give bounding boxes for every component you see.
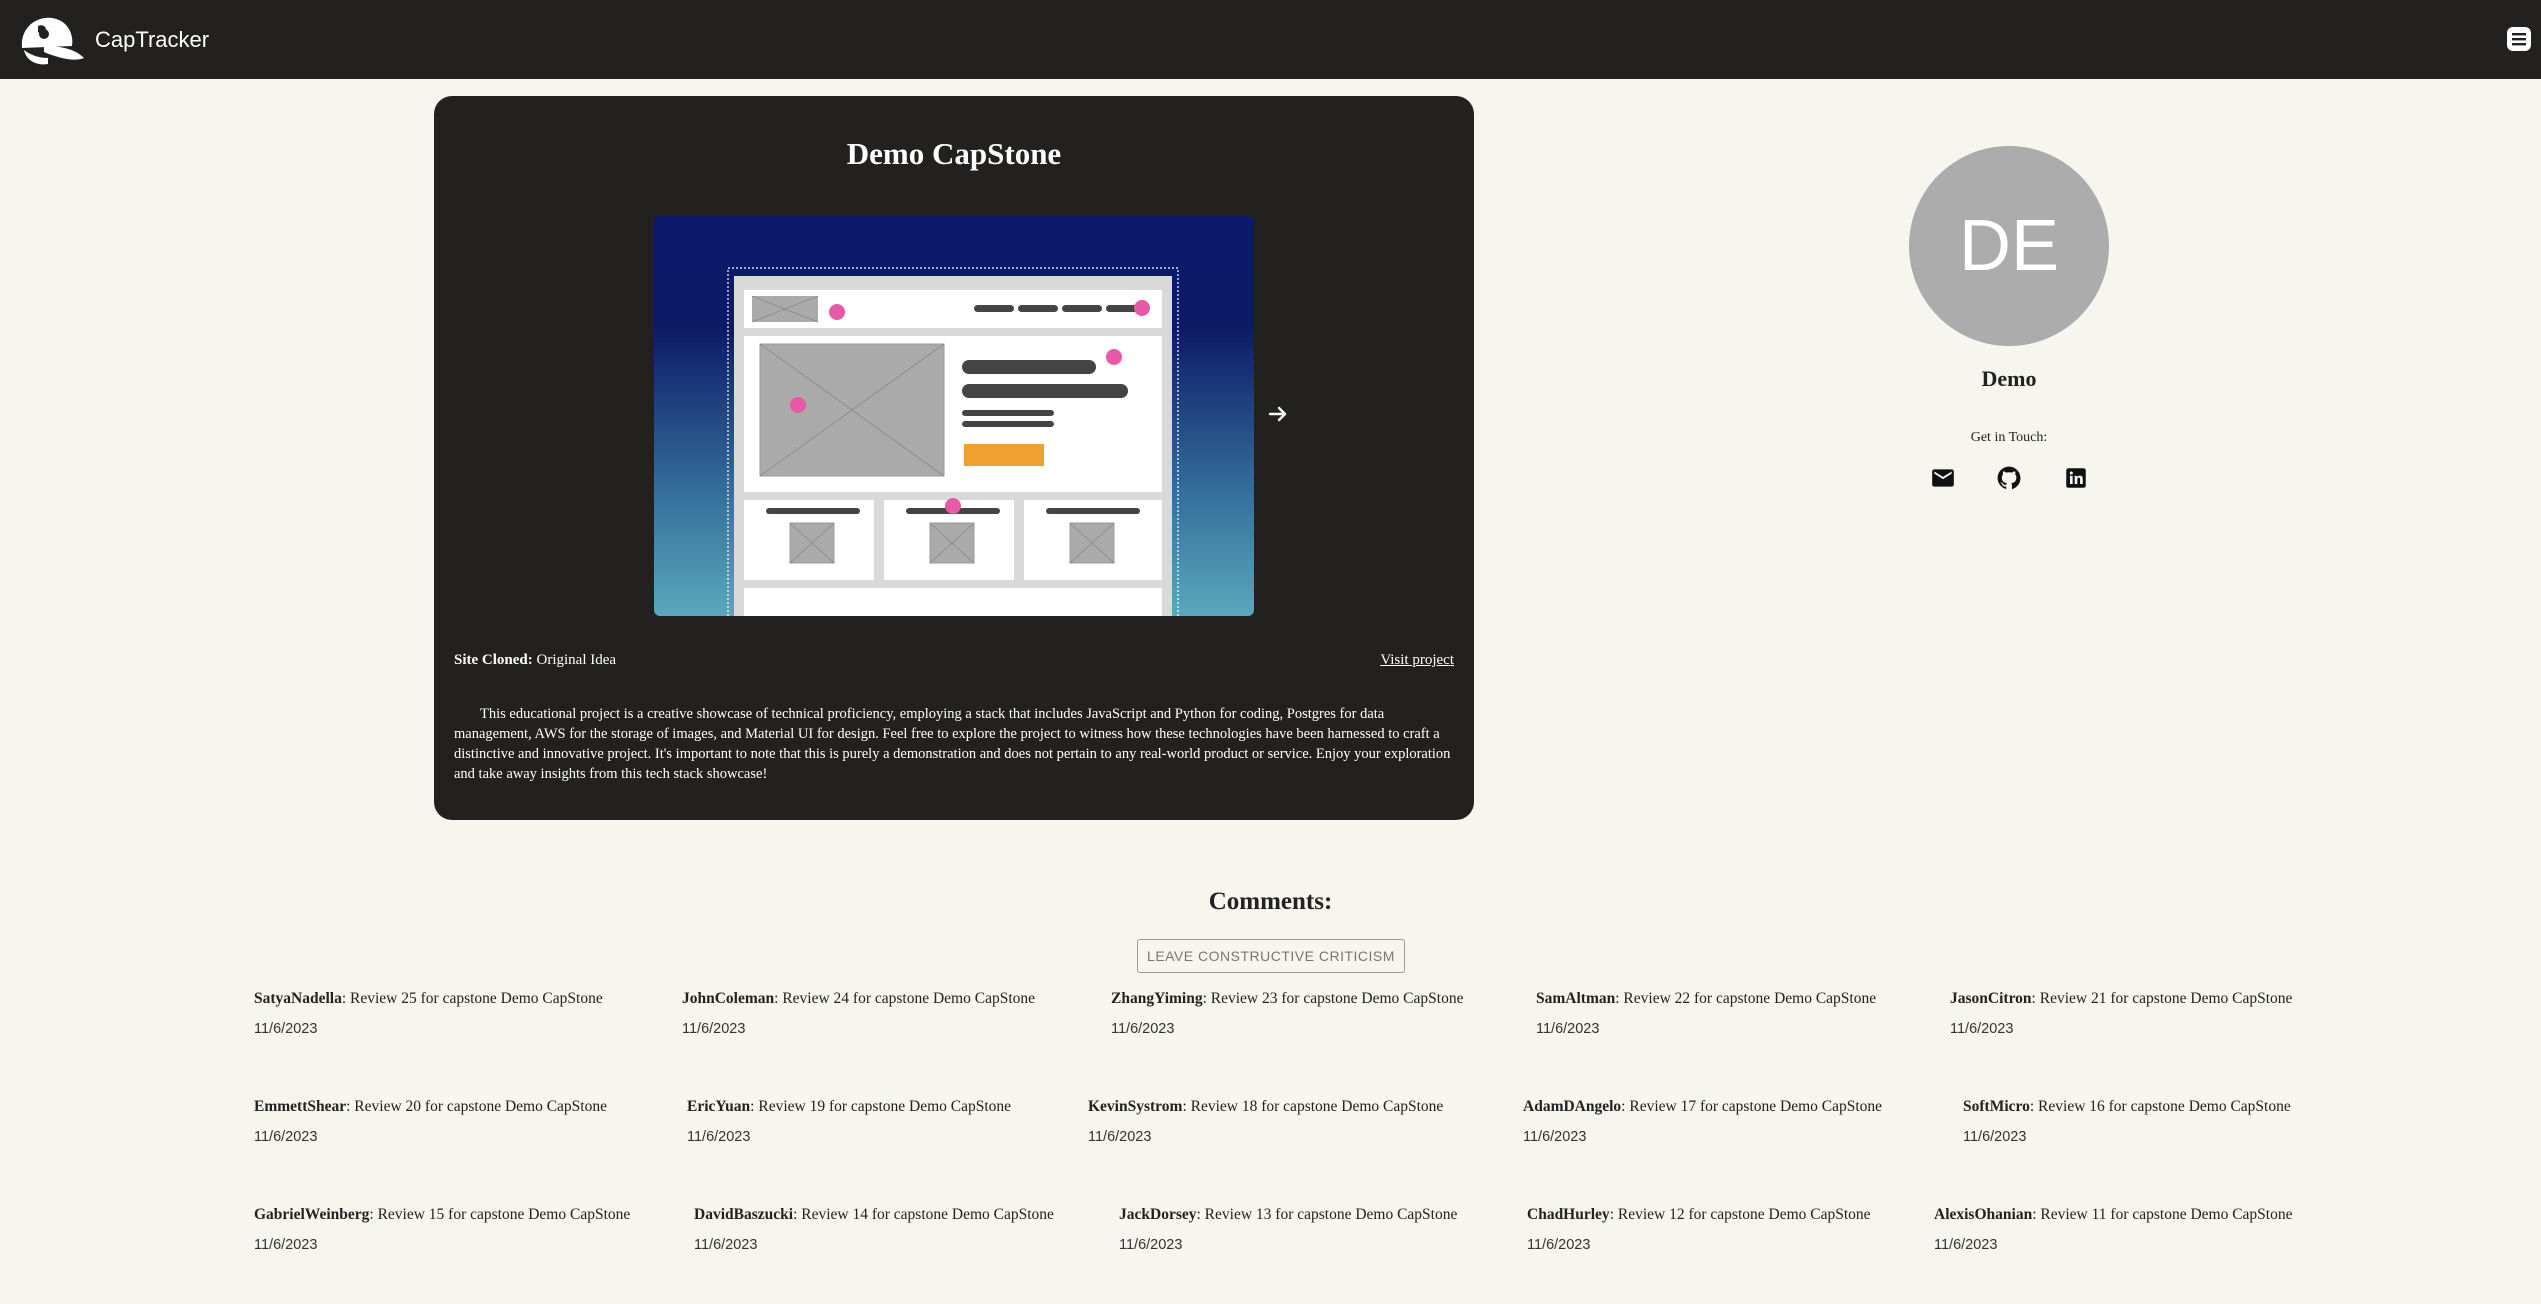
comment-date: 11/6/2023 [1950,1021,2014,1037]
comment-author[interactable]: ZhangYiming [1111,990,1203,1007]
comment-item: SoftMicro: Review 16 for capstone Demo C… [1963,1098,2291,1145]
comment-item: ChadHurley: Review 12 for capstone Demo … [1527,1206,1871,1253]
comment-text: : Review 13 for capstone Demo CapStone [1196,1206,1458,1223]
comment-item: AlexisOhanian: Review 11 for capstone De… [1934,1206,2293,1253]
site-cloned-label: Site Cloned: [454,652,533,668]
cap-logo-icon[interactable] [14,12,86,68]
comment-item: JasonCitron: Review 21 for capstone Demo… [1950,990,2292,1037]
comment-text: : Review 16 for capstone Demo CapStone [2029,1098,2291,1115]
comment-item: SamAltman: Review 22 for capstone Demo C… [1536,990,1876,1037]
comment-date: 11/6/2023 [694,1237,758,1253]
profile-name: Demo [1981,366,2037,391]
comment-author[interactable]: EmmettShear [254,1098,346,1115]
comment-date: 11/6/2023 [1111,1021,1175,1037]
comment-author[interactable]: JohnColeman [682,990,774,1007]
comment-date: 11/6/2023 [1523,1129,1587,1145]
project-title: Demo CapStone [846,136,1062,171]
comment-text: : Review 24 for capstone Demo CapStone [774,990,1036,1007]
comment-date: 11/6/2023 [254,1129,318,1145]
comment-date: 11/6/2023 [1527,1237,1591,1253]
comment-item: KevinSystrom: Review 18 for capstone Dem… [1088,1098,1443,1145]
project-screenshot [654,216,1254,616]
comment-author[interactable]: SoftMicro [1963,1098,2030,1115]
comment-text: : Review 19 for capstone Demo CapStone [750,1098,1012,1115]
brand-name[interactable]: CapTracker [95,27,209,53]
comment-author[interactable]: JasonCitron [1950,990,2032,1007]
comment-item: SatyaNadella: Review 25 for capstone Dem… [254,990,603,1037]
visit-project-link[interactable]: Visit project [1380,652,1454,669]
comment-author[interactable]: JackDorsey [1119,1206,1197,1223]
comment-item: AdamDAngelo: Review 17 for capstone Demo… [1523,1098,1882,1145]
comment-item: DavidBaszucki: Review 14 for capstone De… [694,1206,1054,1253]
comment-date: 11/6/2023 [687,1129,751,1145]
comment-date: 11/6/2023 [1536,1021,1600,1037]
top-navbar: CapTracker [0,0,2541,79]
comment-text: : Review 15 for capstone Demo CapStone [369,1206,631,1223]
comment-author[interactable]: KevinSystrom [1088,1098,1182,1115]
comment-item: EmmettShear: Review 20 for capstone Demo… [254,1098,607,1145]
comment-date: 11/6/2023 [254,1237,318,1253]
comment-author[interactable]: DavidBaszucki [694,1206,793,1223]
wireframe-illustration [727,267,1179,616]
comment-text: : Review 23 for capstone Demo CapStone [1202,990,1464,1007]
comment-author[interactable]: ChadHurley [1527,1206,1610,1223]
get-in-touch-label: Get in Touch: [1970,430,2048,445]
comments-heading: Comments: [1208,888,1333,915]
comment-item: GabrielWeinberg: Review 15 for capstone … [254,1206,630,1253]
comment-text: : Review 21 for capstone Demo CapStone [2031,990,2293,1007]
comment-date: 11/6/2023 [1119,1237,1183,1253]
comment-text: : Review 25 for capstone Demo CapStone [341,990,603,1007]
comment-date: 11/6/2023 [254,1021,318,1037]
github-icon[interactable] [1996,465,2022,491]
comment-text: : Review 11 for capstone Demo CapStone [2032,1206,2293,1223]
comment-date: 11/6/2023 [1934,1237,1998,1253]
arrow-right-icon[interactable] [1260,396,1296,432]
comment-author[interactable]: SatyaNadella [254,990,342,1007]
comment-item: JackDorsey: Review 13 for capstone Demo … [1119,1206,1457,1253]
site-cloned-value: Original Idea [536,652,617,668]
comment-date: 11/6/2023 [1088,1129,1152,1145]
menu-icon[interactable] [2505,25,2533,53]
avatar: DE [1909,146,2109,346]
comment-item: JohnColeman: Review 24 for capstone Demo… [682,990,1035,1037]
project-card: Demo CapStone Site Cloned: Original Idea… [434,96,1474,820]
comment-author[interactable]: SamAltman [1536,990,1615,1007]
site-cloned-info: Site Cloned: Original Idea [454,652,616,669]
comment-date: 11/6/2023 [1963,1129,2027,1145]
leave-criticism-button[interactable]: LEAVE CONSTRUCTIVE CRITICISM [1137,939,1405,973]
comment-text: : Review 12 for capstone Demo CapStone [1609,1206,1871,1223]
comment-text: : Review 22 for capstone Demo CapStone [1615,990,1877,1007]
comment-item: EricYuan: Review 19 for capstone Demo Ca… [687,1098,1011,1145]
comment-text: : Review 18 for capstone Demo CapStone [1182,1098,1444,1115]
project-description: This educational project is a creative s… [454,706,1451,782]
comment-text: : Review 20 for capstone Demo CapStone [346,1098,607,1115]
comment-item: ZhangYiming: Review 23 for capstone Demo… [1111,990,1463,1037]
comment-text: : Review 14 for capstone Demo CapStone [793,1206,1054,1223]
comment-text: : Review 17 for capstone Demo CapStone [1621,1098,1883,1115]
comment-author[interactable]: EricYuan [687,1098,750,1115]
email-icon[interactable] [1930,465,1956,491]
linkedin-icon[interactable] [2063,465,2089,491]
comment-date: 11/6/2023 [682,1021,746,1037]
comment-author[interactable]: AdamDAngelo [1523,1098,1621,1115]
comment-author[interactable]: GabrielWeinberg [254,1206,369,1223]
comment-author[interactable]: AlexisOhanian [1934,1206,2032,1223]
